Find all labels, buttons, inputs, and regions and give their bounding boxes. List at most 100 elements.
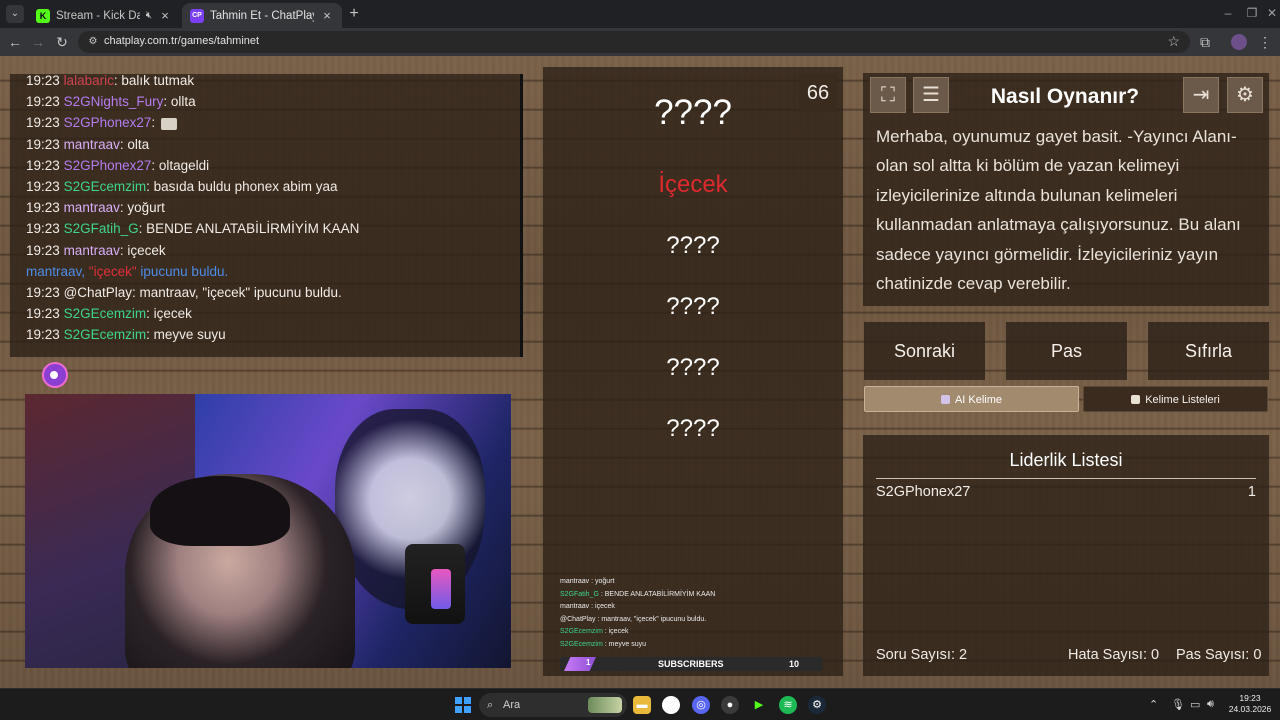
address-bar[interactable]: ⚙ chatplay.com.tr/games/tahminet ☆: [78, 31, 1190, 53]
clock-time: 19:23: [1239, 693, 1261, 703]
new-tab-button[interactable]: +: [345, 5, 363, 23]
tab-chatplay[interactable]: CP Tahmin Et - ChatPlay ×: [182, 3, 342, 28]
search-icon: ⌕: [487, 699, 494, 711]
hint-word: ????: [666, 293, 720, 320]
tab-kick-dashboard[interactable]: K Stream - Kick Dashboard 🔇︎ ×: [28, 3, 180, 28]
ai-word-button[interactable]: AI Kelime: [864, 386, 1079, 412]
extensions-icon[interactable]: ⧉: [1196, 33, 1214, 51]
chat-message: 19:23 mantraav: olta: [26, 134, 520, 155]
message-username[interactable]: @ChatPlay: [64, 285, 132, 300]
list-icon: [1131, 395, 1141, 404]
discord-icon[interactable]: ◎: [692, 696, 710, 714]
stream-overlay-chat: mantraav : yoğurt S2GFatih_G : BENDE ANLA…: [560, 576, 820, 670]
chat-message: 19:23 S2GNights_Fury: ollta: [26, 91, 520, 112]
robot-icon: [940, 395, 950, 404]
message-username[interactable]: S2GEcemzim: [64, 179, 147, 194]
overlay-chat-message: S2GFatih_G : BENDE ANLATABİLİRMİYİM KAAN: [560, 589, 820, 602]
spotify-icon[interactable]: ≋: [779, 696, 797, 714]
message-username[interactable]: lalabaric: [64, 74, 114, 88]
minimize-icon[interactable]: –: [1218, 6, 1238, 20]
message-time: 19:23: [26, 94, 60, 110]
help-text: Merhaba, oyunumuz gayet basit. -Yayıncı …: [876, 127, 1241, 294]
chrome-icon[interactable]: [662, 696, 680, 714]
tray-chevron-icon[interactable]: ⌃: [1149, 698, 1158, 711]
windows-taskbar: ⌕ Ara ▬ ◎ ● ▶ ≋ ⚙ ⌃ 🎙︎ ▭ 🔊︎ 19:23 24.03.…: [0, 688, 1280, 720]
close-tab-icon[interactable]: ×: [320, 8, 334, 23]
document-icon[interactable]: ☰: [913, 77, 949, 113]
windows-start-icon[interactable]: [455, 697, 471, 713]
browser-tab-bar: ⌄ K Stream - Kick Dashboard 🔇︎ × CP Tahm…: [0, 0, 1280, 28]
overlay-chat-message: @ChatPlay : mantraav, "içecek" ipucunu b…: [560, 614, 820, 627]
profile-avatar[interactable]: [1231, 34, 1247, 50]
restore-icon[interactable]: ❐: [1242, 6, 1262, 20]
message-username[interactable]: mantraav: [64, 137, 120, 152]
reset-button[interactable]: Sıfırla: [1148, 322, 1269, 380]
settings-gear-icon[interactable]: ⚙: [1227, 77, 1263, 113]
search-highlight-image: [588, 697, 622, 713]
question-count-value: 2: [959, 647, 968, 663]
notice-text: ipucunu buldu.: [136, 263, 229, 279]
hint-word: ????: [666, 232, 720, 259]
message-username[interactable]: S2GFatih_G: [64, 221, 139, 236]
tab-search-menu-icon[interactable]: ⌄: [6, 5, 24, 23]
message-username[interactable]: S2GPhonex27: [64, 115, 152, 130]
kick-favicon-icon: K: [36, 8, 50, 23]
word-lists-label: Kelime Listeleri: [1145, 394, 1220, 406]
word-lists-button[interactable]: Kelime Listeleri: [1083, 386, 1268, 412]
error-count: Hata Sayısı: 0: [1068, 647, 1159, 663]
overlay-username: mantraav: [560, 603, 590, 611]
message-time: 19:23: [26, 74, 60, 88]
chat-message: 19:23 S2GFatih_G: BENDE ANLATABİLİRMİYİM…: [26, 218, 520, 239]
message-username[interactable]: S2GPhonex27: [64, 158, 152, 173]
notice-text: mantraav,: [26, 263, 89, 279]
overlay-chat-message: S2GEcemzim : içecek: [560, 626, 820, 639]
search-label: Ara: [503, 699, 521, 711]
message-username[interactable]: mantraav: [64, 200, 120, 215]
message-username[interactable]: S2GEcemzim: [64, 327, 147, 342]
clock-date: 24.03.2026: [1228, 704, 1272, 714]
close-window-icon[interactable]: ✕: [1262, 6, 1280, 20]
media-player-icon[interactable]: ▶: [750, 696, 768, 714]
next-button[interactable]: Sonraki: [864, 322, 985, 380]
message-text: :: [151, 115, 159, 131]
message-text: : içecek: [119, 242, 166, 258]
chatplay-game-page: 19:23 lalabaric: balık tutmak 19:23 S2GNi…: [0, 56, 1280, 688]
microphone-icon[interactable]: 🎙︎: [1171, 698, 1185, 711]
leaderboard-score: 1: [1247, 484, 1256, 500]
steam-icon[interactable]: ⚙: [808, 696, 826, 714]
subscribers-label: SUBSCRIBERS: [658, 659, 724, 669]
obs-icon[interactable]: ●: [721, 696, 739, 714]
close-tab-icon[interactable]: ×: [158, 8, 172, 23]
pass-button[interactable]: Pas: [1006, 322, 1127, 380]
chatplay-favicon-icon: CP: [190, 8, 204, 23]
message-time: 19:23: [26, 221, 60, 237]
reload-icon[interactable]: ↻: [53, 33, 71, 51]
message-text: : oltageldi: [151, 157, 210, 173]
volume-icon[interactable]: 🔊︎: [1207, 698, 1214, 711]
file-explorer-icon[interactable]: ▬: [633, 696, 651, 714]
browser-menu-icon[interactable]: ⋮: [1256, 33, 1274, 51]
network-icon[interactable]: ▭: [1190, 698, 1200, 711]
overlay-message-text: : meyve suyu: [602, 640, 646, 648]
message-username[interactable]: S2GNights_Fury: [64, 94, 164, 109]
exit-icon[interactable]: ⇥: [1183, 77, 1219, 113]
leaderboard-name: S2GPhonex27: [876, 484, 971, 500]
site-info-icon[interactable]: ⚙: [86, 35, 100, 49]
back-icon[interactable]: ←: [6, 33, 24, 51]
message-text: : içecek: [146, 306, 192, 322]
overlay-chat-message: S2GEcemzim : meyve suyu: [560, 639, 820, 652]
fullscreen-icon[interactable]: ⛶: [870, 77, 906, 113]
subscriber-badge-count: 1: [586, 658, 591, 667]
url-text: chatplay.com.tr/games/tahminet: [104, 35, 260, 47]
forward-icon[interactable]: →: [29, 33, 47, 51]
muted-speaker-icon[interactable]: 🔇︎: [146, 10, 152, 21]
overlay-message-text: : mantraav, "içecek" ipucunu buldu.: [595, 615, 707, 623]
overlay-username: S2GEcemzim: [560, 628, 603, 636]
taskbar-search[interactable]: ⌕ Ara: [479, 693, 627, 717]
system-clock[interactable]: 19:23 24.03.2026: [1228, 693, 1272, 715]
message-username[interactable]: mantraav: [64, 243, 120, 258]
bookmark-star-icon[interactable]: ☆: [1167, 33, 1180, 50]
message-time: 19:23: [26, 200, 60, 216]
message-username[interactable]: S2GEcemzim: [64, 306, 147, 321]
overlay-chat-message: mantraav : içecek: [560, 601, 820, 614]
